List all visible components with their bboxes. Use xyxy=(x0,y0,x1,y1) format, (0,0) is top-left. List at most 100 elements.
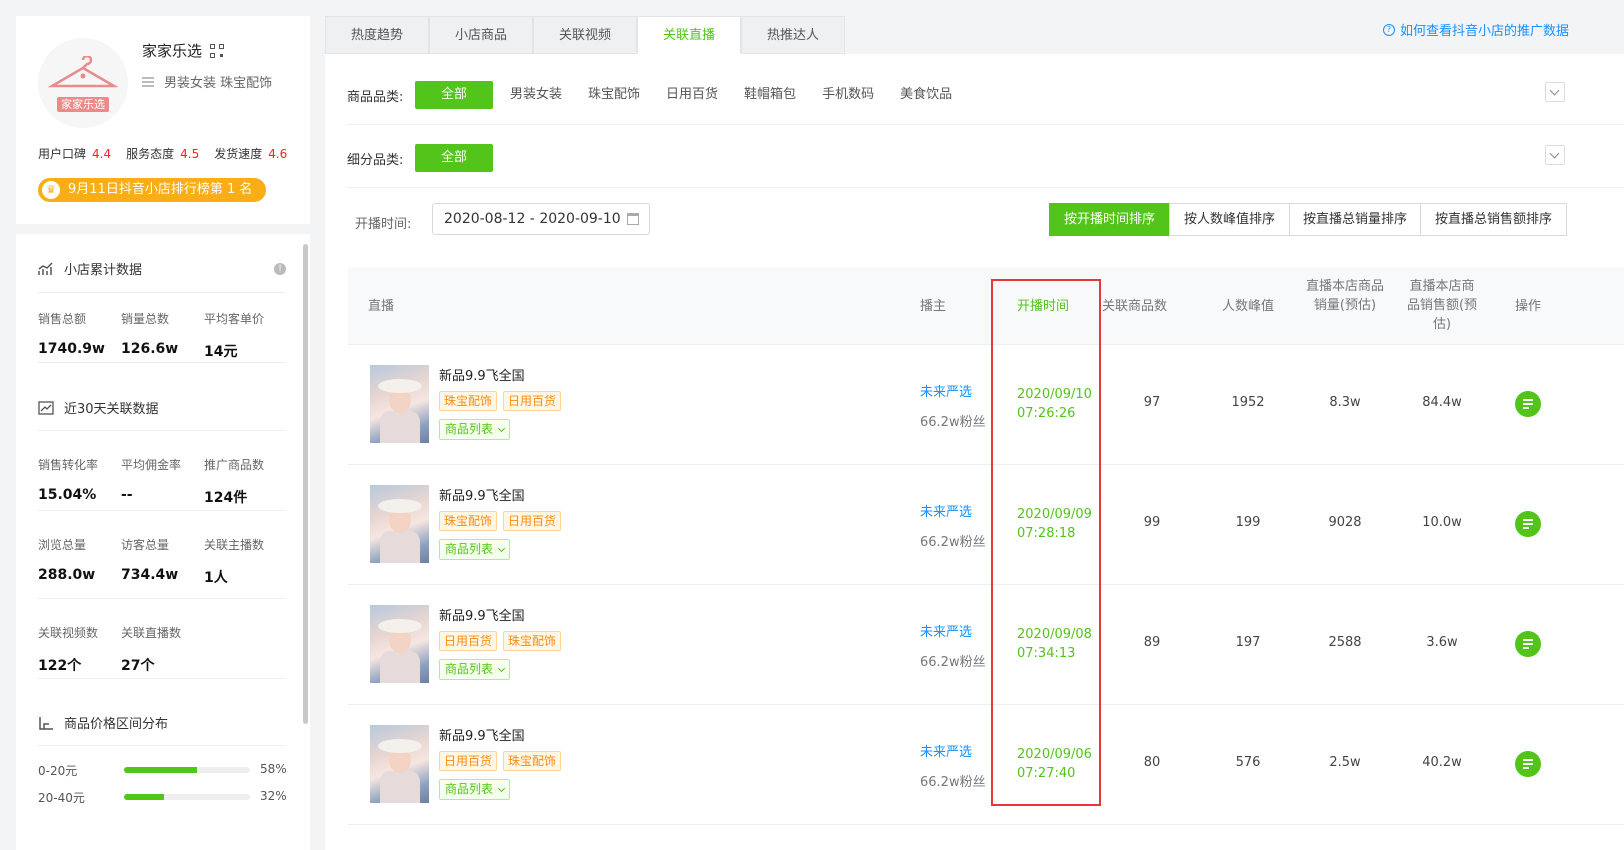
live-cover-image[interactable] xyxy=(370,485,429,563)
category-tags: 珠宝配饰 日用百货 xyxy=(439,391,562,411)
category-option[interactable]: 珠宝配饰 xyxy=(575,81,653,109)
price-range-row: 0-20元 58% xyxy=(38,762,287,778)
live-title[interactable]: 新品9.9飞全国 xyxy=(439,365,525,384)
category-option[interactable]: 手机数码 xyxy=(809,81,887,109)
table-row[interactable]: 新品9.9飞全国 日用百货 珠宝配饰 商品列表 未来严选 66.2w粉丝 202… xyxy=(348,705,1624,825)
tab-related-live[interactable]: 关联直播 xyxy=(637,16,741,54)
expand-category-button[interactable] xyxy=(1545,82,1565,102)
live-cover-image[interactable] xyxy=(370,365,429,443)
category-option[interactable]: 日用百货 xyxy=(653,81,731,109)
anchor-link[interactable]: 未来严选 xyxy=(920,621,972,640)
live-title[interactable]: 新品9.9飞全国 xyxy=(439,725,525,744)
tab-heat-trend[interactable]: 热度趋势 xyxy=(325,16,429,54)
rank-badge[interactable]: ♛ 9月11日抖音小店排行榜第 1 名 xyxy=(38,178,267,202)
tab-shop-goods[interactable]: 小店商品 xyxy=(429,16,533,54)
sort-by-start-time-button[interactable]: 按开播时间排序 xyxy=(1049,203,1170,236)
shop-card: 家家乐选 家家乐选 男装女装 珠宝配饰 用户口碑 4.4 服务态度 4.5 发货速度… xyxy=(16,16,310,224)
chevron-down-icon xyxy=(497,424,506,432)
histogram-icon xyxy=(39,716,53,730)
anchor-fans: 66.2w粉丝 xyxy=(920,655,986,670)
stat-item: 销量总数 126.6w xyxy=(121,312,179,357)
stat-item: 平均客单价 14元 xyxy=(204,312,265,360)
anchor-fans: 66.2w粉丝 xyxy=(920,775,986,790)
shop-avatar: 家家乐选 xyxy=(38,38,128,128)
date-label: 开播时间: xyxy=(355,217,412,232)
hanger-icon xyxy=(48,56,118,88)
live-title[interactable]: 新品9.9飞全国 xyxy=(439,605,525,624)
stat-item: 关联直播数 27个 xyxy=(121,626,182,674)
goods-list-button[interactable]: 商品列表 xyxy=(439,539,511,560)
sort-by-peak-button[interactable]: 按人数峰值排序 xyxy=(1169,203,1290,236)
live-cover-image[interactable] xyxy=(370,605,429,683)
category-option[interactable]: 全部 xyxy=(415,81,493,109)
calendar-icon xyxy=(627,213,639,225)
tab-hot-influencers[interactable]: 热推达人 xyxy=(741,16,845,54)
sales-volume: 2588 xyxy=(1328,635,1362,650)
stat-item: 销售总额 1740.9w xyxy=(38,312,105,357)
category-option[interactable]: 美食饮品 xyxy=(887,81,965,109)
goods-list-button[interactable]: 商品列表 xyxy=(439,659,511,680)
category-tag: 珠宝配饰 xyxy=(503,751,562,771)
anchor-link[interactable]: 未来严选 xyxy=(920,381,972,400)
info-icon[interactable]: ! xyxy=(274,263,286,275)
table-row[interactable]: 新品9.9飞全国 珠宝配饰 日用百货 商品列表 未来严选 66.2w粉丝 202… xyxy=(348,465,1624,585)
subcategory-filter: 细分品类: 全部 xyxy=(347,144,497,172)
table-header: 直播 播主 开播时间 关联商品数 人数峰值 直播本店商品销量(预估) 直播本店商… xyxy=(348,267,1624,345)
tab-related-videos[interactable]: 关联视频 xyxy=(533,16,637,54)
live-title[interactable]: 新品9.9飞全国 xyxy=(439,485,525,504)
recent-title: 近30天关联数据 xyxy=(64,402,159,417)
stat-item: 推广商品数 124件 xyxy=(204,458,265,506)
detail-menu-icon[interactable] xyxy=(1515,391,1541,417)
sort-buttons: 按开播时间排序 按人数峰值排序 按直播总销量排序 按直播总销售额排序 xyxy=(1049,203,1567,236)
goods-list-button[interactable]: 商品列表 xyxy=(439,419,511,440)
anchor-link[interactable]: 未来严选 xyxy=(920,501,972,520)
category-tags: 日用百货 珠宝配饰 xyxy=(439,751,562,771)
trend-icon xyxy=(38,400,54,415)
sort-by-volume-button[interactable]: 按直播总销量排序 xyxy=(1289,203,1421,236)
live-table: 直播 播主 开播时间 关联商品数 人数峰值 直播本店商品销量(预估) 直播本店商… xyxy=(348,267,1624,825)
goods-list-button[interactable]: 商品列表 xyxy=(439,779,511,800)
chevron-down-icon xyxy=(497,544,506,552)
live-cover-image[interactable] xyxy=(370,725,429,803)
peak-viewers: 1952 xyxy=(1231,395,1265,410)
sales-amount: 84.4w xyxy=(1422,395,1462,410)
shop-ratings: 用户口碑 4.4 服务态度 4.5 发货速度 4.6 xyxy=(38,145,287,162)
help-link[interactable]: ? 如何查看抖音小店的推广数据 xyxy=(1383,20,1569,39)
chevron-down-icon xyxy=(497,664,506,672)
rating-item: 用户口碑 4.4 xyxy=(38,147,112,161)
sales-volume: 9028 xyxy=(1328,515,1362,530)
sidebar-scrollbar[interactable] xyxy=(303,244,308,724)
question-icon: ? xyxy=(1383,23,1395,36)
detail-menu-icon[interactable] xyxy=(1515,631,1541,657)
detail-menu-icon[interactable] xyxy=(1515,511,1541,537)
sales-amount: 40.2w xyxy=(1422,755,1462,770)
category-tag: 珠宝配饰 xyxy=(439,391,498,411)
peak-viewers: 576 xyxy=(1235,755,1261,770)
category-tag: 珠宝配饰 xyxy=(439,511,498,531)
anchor-link[interactable]: 未来严选 xyxy=(920,741,972,760)
table-row[interactable]: 新品9.9飞全国 珠宝配饰 日用百货 商品列表 未来严选 66.2w粉丝 202… xyxy=(348,345,1624,465)
sort-by-amount-button[interactable]: 按直播总销售额排序 xyxy=(1420,203,1567,236)
table-body: 新品9.9飞全国 珠宝配饰 日用百货 商品列表 未来严选 66.2w粉丝 202… xyxy=(348,345,1624,825)
sales-volume: 2.5w xyxy=(1329,755,1361,770)
category-tag: 日用百货 xyxy=(439,631,498,651)
list-icon xyxy=(142,76,154,87)
stats-card: 小店累计数据 ! 销售总额 1740.9w 销量总数 126.6w 平均客单价 14元… xyxy=(16,234,310,850)
detail-menu-icon[interactable] xyxy=(1515,751,1541,777)
category-tags: 日用百货 珠宝配饰 xyxy=(439,631,562,651)
category-tag: 日用百货 xyxy=(439,751,498,771)
table-row[interactable]: 新品9.9飞全国 日用百货 珠宝配饰 商品列表 未来严选 66.2w粉丝 202… xyxy=(348,585,1624,705)
sales-amount: 3.6w xyxy=(1426,635,1458,650)
subcategory-option[interactable]: 全部 xyxy=(415,144,493,172)
sales-volume: 8.3w xyxy=(1329,395,1361,410)
category-option[interactable]: 鞋帽箱包 xyxy=(731,81,809,109)
stat-item: 浏览总量 288.0w xyxy=(38,538,96,583)
qr-code-icon[interactable] xyxy=(210,43,225,58)
price-title: 商品价格区间分布 xyxy=(64,717,169,732)
price-range-bar xyxy=(124,767,250,773)
category-option[interactable]: 男装女装 xyxy=(497,81,575,109)
date-range-picker[interactable]: 2020-08-12 - 2020-09-10 xyxy=(432,203,650,235)
chart-icon xyxy=(38,261,53,275)
expand-subcategory-button[interactable] xyxy=(1545,145,1565,165)
tab-bar: 热度趋势 小店商品 关联视频 关联直播 热推达人 ? 如何查看抖音小店的推广数据 xyxy=(325,16,1624,54)
